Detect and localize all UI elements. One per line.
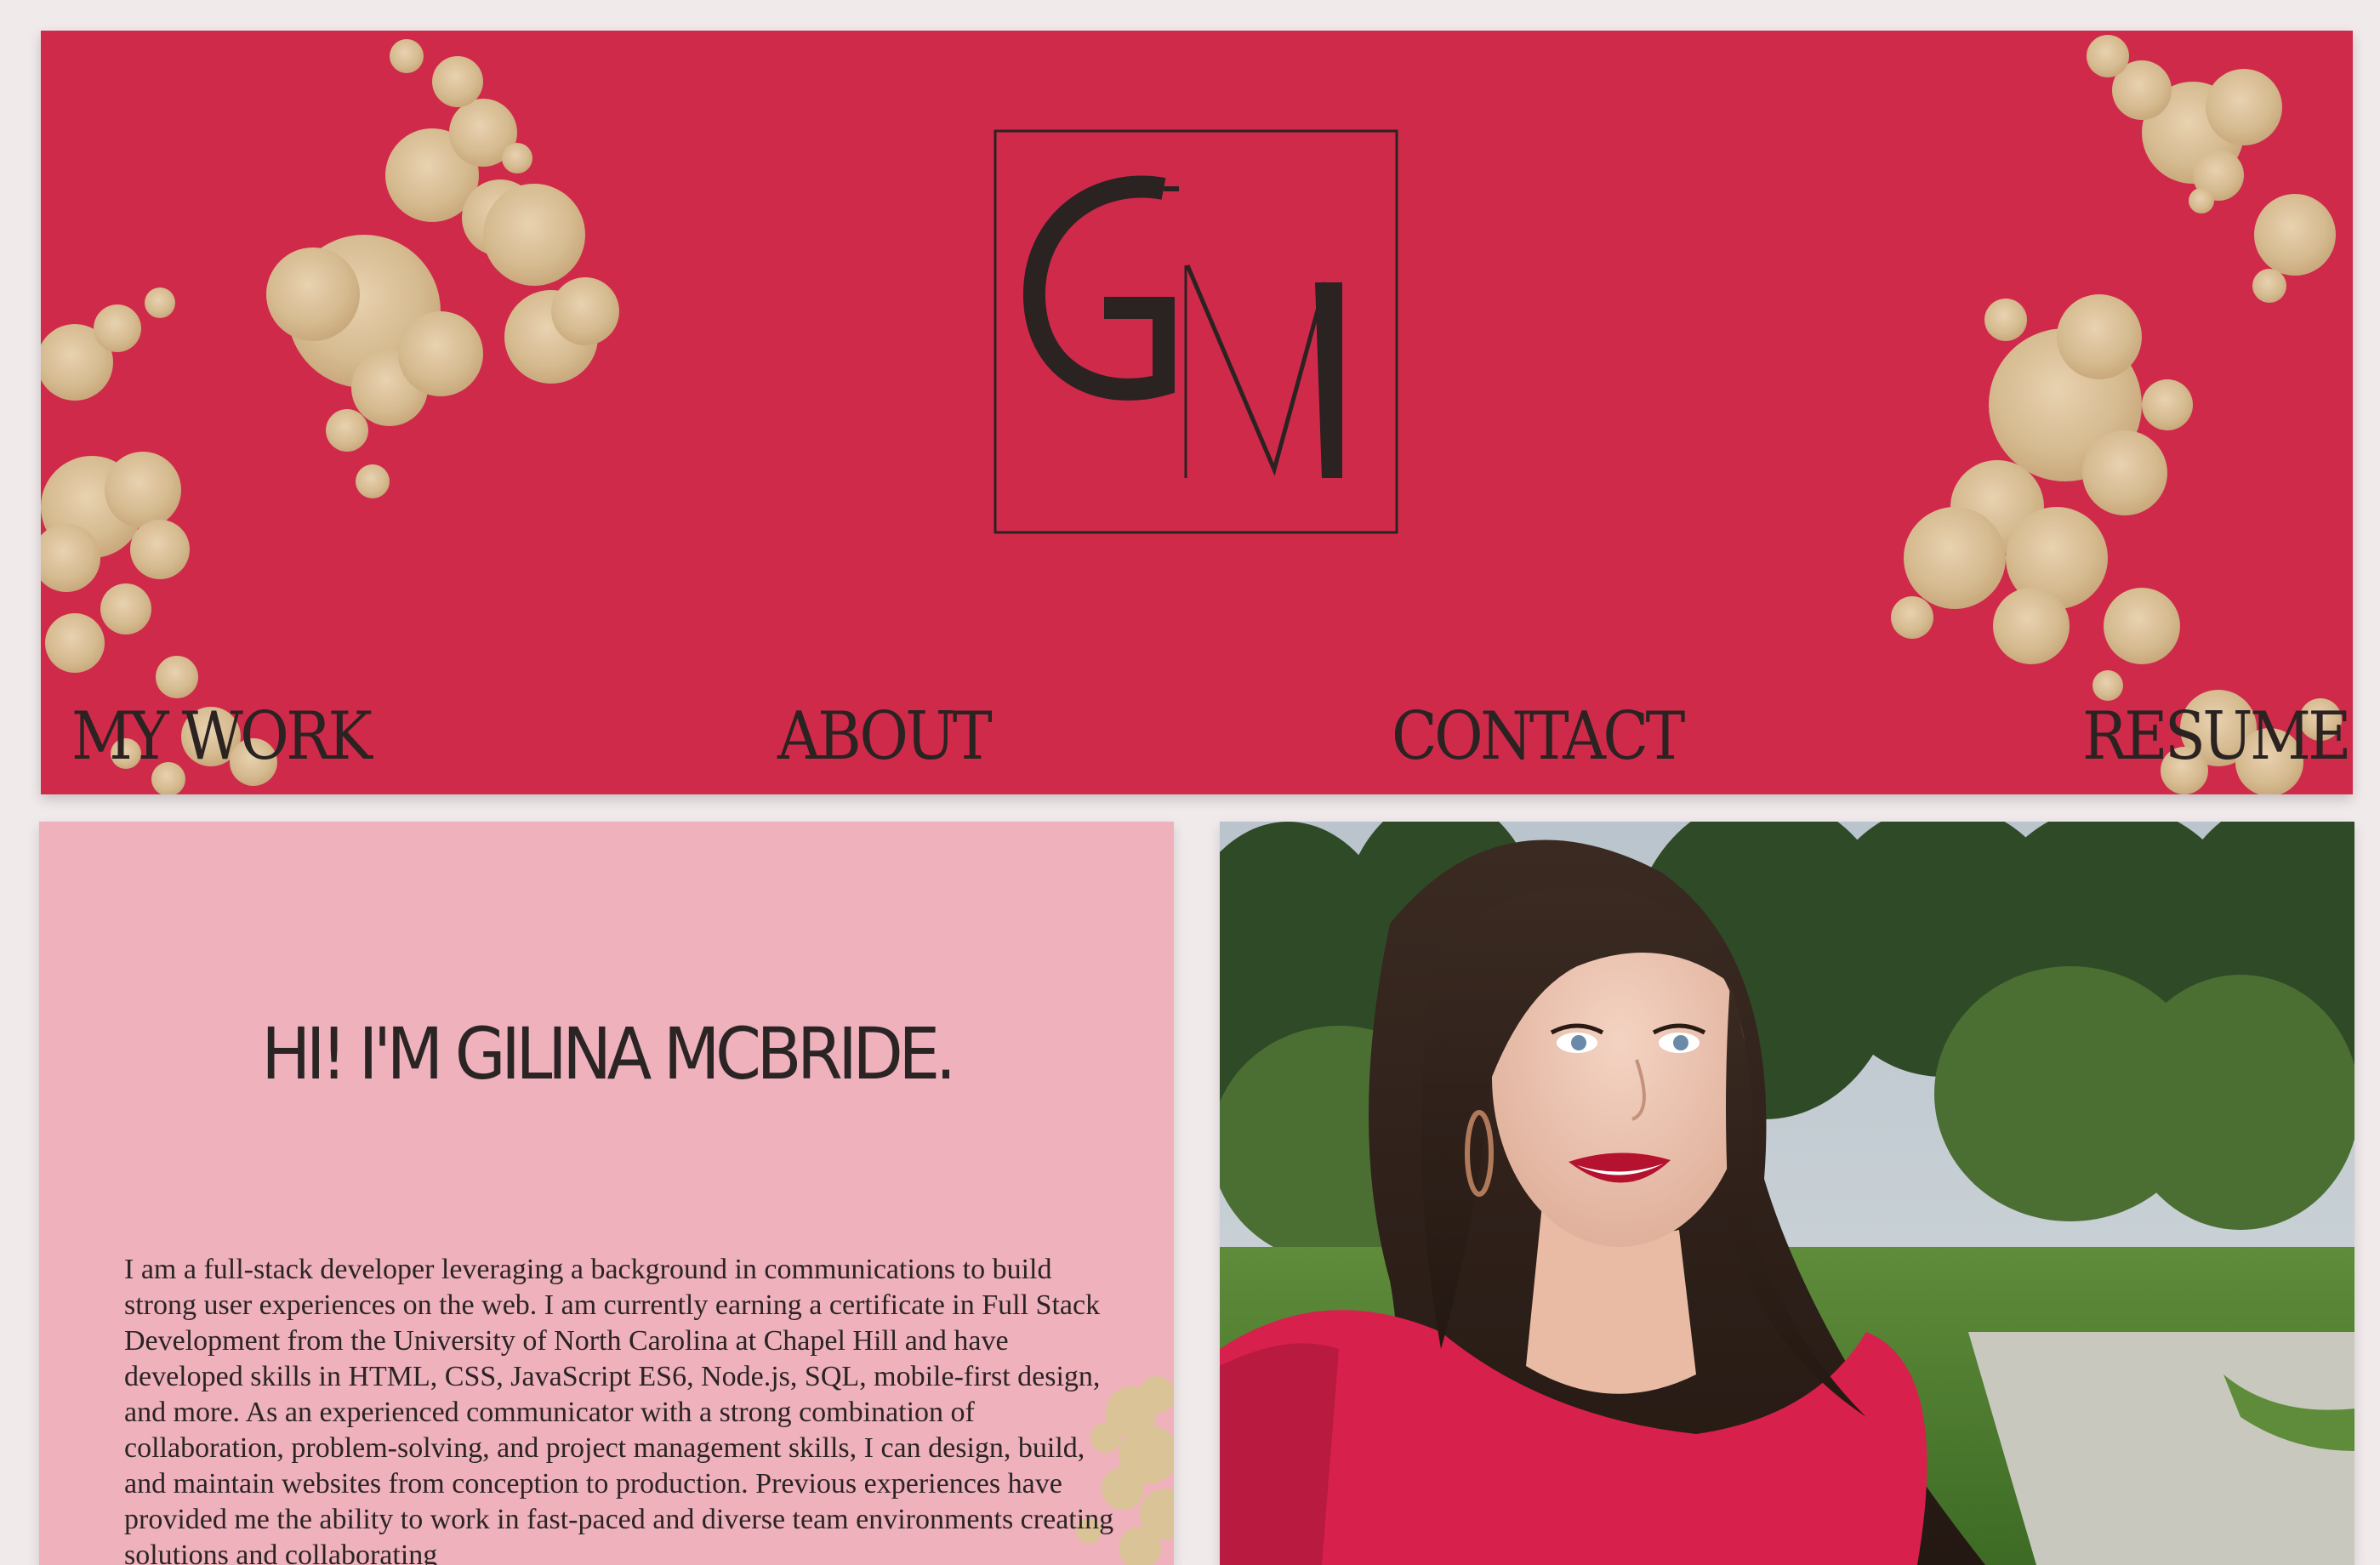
bio-text: I am a full-stack developer leveraging a… — [124, 1254, 1114, 1565]
nav-about-link[interactable]: ABOUT — [777, 694, 993, 779]
page-title: HI! I'M GILINA MCBRIDE. — [261, 1012, 956, 1096]
site-header: MY WORK ABOUT CONTACT RESUME — [41, 31, 2353, 794]
nav-resume-link[interactable]: RESUME — [2082, 694, 2351, 779]
portrait-photo — [1220, 822, 2354, 1565]
nav-contact-link[interactable]: CONTACT — [1392, 694, 1685, 779]
nav-my-work-link[interactable]: MY WORK — [71, 694, 373, 779]
main-nav: MY WORK ABOUT CONTACT RESUME — [41, 694, 2353, 788]
about-section: HI! I'M GILINA MCBRIDE. I am a full-stac… — [39, 822, 1174, 1565]
gm-logo[interactable] — [994, 129, 1398, 534]
